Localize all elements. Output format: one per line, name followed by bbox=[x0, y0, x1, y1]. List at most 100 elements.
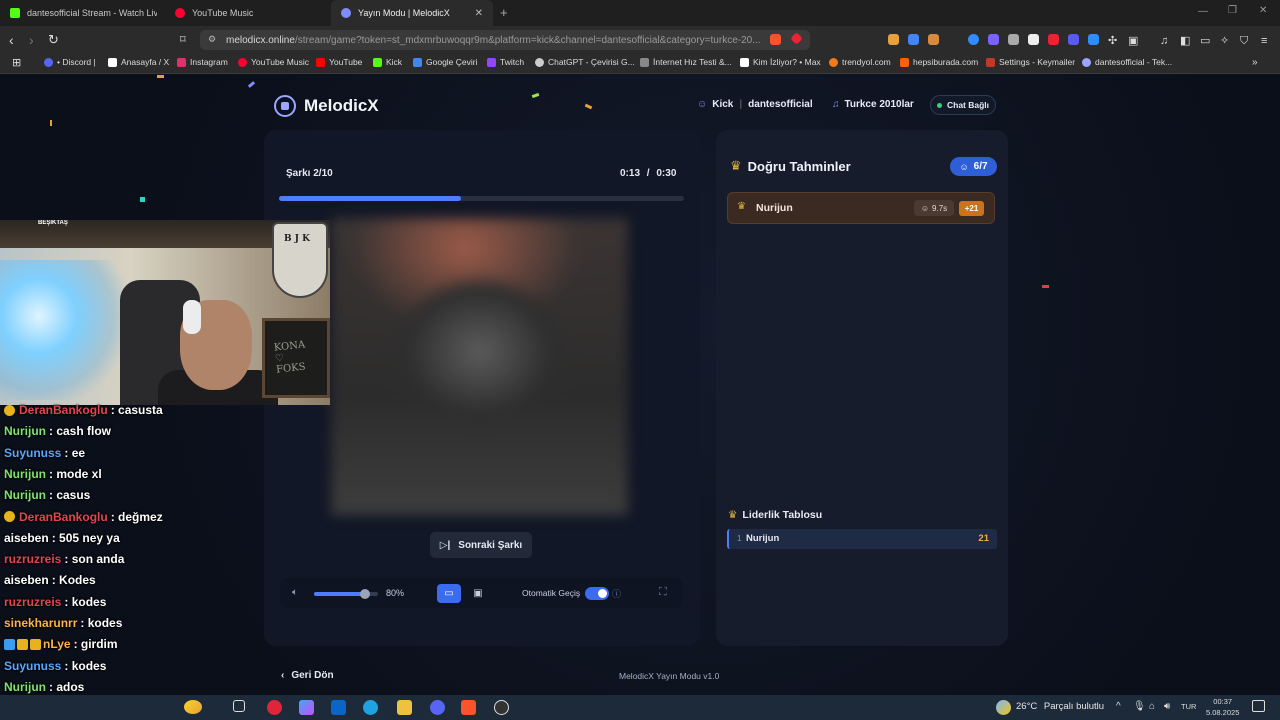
bookmark-trendyol[interactable]: trendyol.com bbox=[829, 57, 891, 67]
volume-icon[interactable]: 🔈︎ bbox=[292, 587, 298, 598]
file-explorer-icon[interactable] bbox=[397, 700, 412, 715]
chat-text: : kodes bbox=[64, 594, 107, 609]
leo-ai-icon[interactable]: ✧ bbox=[1220, 33, 1229, 49]
music-note-icon[interactable]: ♫ bbox=[1160, 33, 1168, 49]
forward-arrow-icon[interactable]: › bbox=[29, 32, 34, 48]
menu-icon[interactable]: ≡ bbox=[1261, 33, 1267, 49]
chat-status-badge: Chat Bağlı bbox=[930, 95, 996, 115]
vpn-icon[interactable]: ⛉ bbox=[1240, 33, 1248, 49]
speaker-icon[interactable]: 🔊︎ bbox=[1164, 701, 1170, 712]
logo-text: MelodicX bbox=[304, 96, 379, 115]
bookmark-chatgpt[interactable]: ChatGPT - Çevirisi G... bbox=[535, 57, 635, 67]
chat-username[interactable]: sinekharunrr bbox=[4, 616, 77, 630]
chat-badge-icon bbox=[4, 638, 15, 650]
task-view-icon[interactable] bbox=[233, 700, 245, 712]
bookmark-discord[interactable]: • Discord | bbox=[44, 57, 96, 67]
extension-icon[interactable] bbox=[1088, 34, 1099, 45]
chat-username[interactable]: Nurijun bbox=[4, 424, 46, 438]
chat-username[interactable]: ruzruzreis bbox=[4, 595, 61, 609]
tab-kick-stream[interactable]: dantesofficial Stream - Watch Live on bbox=[0, 0, 165, 26]
melodicx-logo[interactable]: MelodicX bbox=[274, 95, 379, 117]
platform-name: Kick bbox=[712, 99, 734, 110]
chat-username[interactable]: Suyunuss bbox=[4, 446, 61, 460]
chat-username[interactable]: Nurijun bbox=[4, 488, 46, 502]
chat-username[interactable]: aiseben bbox=[4, 531, 49, 545]
extension-icon[interactable] bbox=[888, 34, 899, 45]
site-info-icon[interactable]: ⚙ bbox=[208, 34, 216, 45]
back-button[interactable]: ‹ Geri Dön bbox=[281, 670, 334, 681]
apps-grid-icon[interactable]: ⊞ bbox=[12, 56, 21, 69]
edge-icon[interactable] bbox=[363, 700, 378, 715]
clock[interactable]: 00:37 5.08.2025 bbox=[1206, 696, 1239, 718]
network-icon[interactable]: ⌂ bbox=[1149, 701, 1155, 712]
bookmark-youtube[interactable]: YouTube bbox=[316, 57, 362, 67]
translate-icon[interactable] bbox=[908, 34, 919, 45]
cover-mode-button[interactable]: ▣ bbox=[469, 584, 487, 603]
outlook-icon[interactable] bbox=[331, 700, 346, 715]
discord-taskbar-icon[interactable] bbox=[430, 700, 445, 715]
chat-text: : casus bbox=[49, 488, 91, 503]
chat-username[interactable]: Nurijun bbox=[4, 680, 46, 694]
back-label: Geri Dön bbox=[291, 670, 334, 681]
chat-username[interactable]: aiseben bbox=[4, 573, 49, 587]
leaderboard-score: 21 bbox=[978, 533, 989, 544]
brave-icon[interactable] bbox=[461, 700, 476, 715]
chat-username[interactable]: DeranBankoglu bbox=[19, 403, 108, 417]
address-bar[interactable]: ⚙ melodicx.online/stream/game?token=st_m… bbox=[200, 30, 810, 50]
restore-icon[interactable]: ❐ bbox=[1228, 5, 1237, 16]
screenshot-icon[interactable]: ▣ bbox=[1128, 33, 1138, 49]
bookmark-google-translate[interactable]: Google Çeviri bbox=[413, 57, 478, 67]
weather-widget[interactable]: 26°C Parçalı bulutlu bbox=[1016, 701, 1104, 712]
extension-icon[interactable] bbox=[968, 34, 979, 45]
extension-icon[interactable] bbox=[1068, 34, 1079, 45]
new-tab-button[interactable]: + bbox=[500, 5, 508, 20]
extensions-puzzle-icon[interactable]: ✣ bbox=[1108, 33, 1117, 49]
opera-icon[interactable] bbox=[267, 700, 282, 715]
trendyol-icon bbox=[829, 57, 838, 67]
wallet-icon[interactable]: ▭ bbox=[1200, 33, 1210, 49]
chevron-up-icon[interactable]: ^ bbox=[1116, 701, 1121, 712]
extension-icon[interactable] bbox=[928, 34, 939, 45]
bookmark-kick[interactable]: Kick bbox=[373, 57, 402, 67]
notification-icon[interactable] bbox=[1252, 700, 1265, 712]
extension-icon[interactable] bbox=[1048, 34, 1059, 45]
auto-advance-toggle[interactable] bbox=[585, 587, 609, 600]
extension-icon[interactable] bbox=[1028, 34, 1039, 45]
bookmark-speedtest[interactable]: İnternet Hız Testi &... bbox=[640, 57, 732, 67]
bookmark-youtube-music[interactable]: YouTube Music bbox=[238, 57, 309, 67]
bookmark-twitch[interactable]: Twitch bbox=[487, 57, 524, 67]
next-song-button[interactable]: ▷| Sonraki Şarkı bbox=[430, 532, 532, 558]
copilot-icon[interactable] bbox=[184, 700, 202, 714]
close-tab-icon[interactable]: ✕ bbox=[475, 8, 483, 19]
tab-melodicx[interactable]: Yayın Modu | MelodicX ✕ bbox=[331, 0, 493, 26]
sidebar-icon[interactable]: ◧ bbox=[1180, 33, 1190, 49]
chat-username[interactable]: Nurijun bbox=[4, 467, 46, 481]
bookmark-hepsiburada[interactable]: hepsiburada.com bbox=[900, 57, 978, 67]
info-icon[interactable]: ⓘ bbox=[612, 587, 621, 600]
bookmark-keymailer[interactable]: Settings - Keymailer bbox=[986, 57, 1075, 67]
bookmark-icon[interactable]: ⌑ bbox=[180, 32, 186, 48]
chat-username[interactable]: DeranBankoglu bbox=[19, 510, 108, 524]
reload-icon[interactable]: ↻ bbox=[48, 32, 59, 48]
extension-icon[interactable] bbox=[988, 34, 999, 45]
bookmark-instagram[interactable]: Instagram bbox=[177, 57, 228, 67]
more-bookmarks-icon[interactable]: » bbox=[1252, 57, 1258, 68]
chat-username[interactable]: ruzruzreis bbox=[4, 552, 61, 566]
close-window-icon[interactable]: ✕ bbox=[1259, 5, 1267, 16]
minimize-icon[interactable]: — bbox=[1198, 6, 1208, 17]
brave-shield-icon[interactable] bbox=[770, 34, 781, 45]
bookmark-max[interactable]: Kim İzliyor? • Max bbox=[740, 57, 821, 67]
chat-username[interactable]: Suyunuss bbox=[4, 659, 61, 673]
microphone-icon[interactable]: 🎙︎ bbox=[1133, 701, 1146, 712]
extension-icon[interactable] bbox=[1008, 34, 1019, 45]
chat-username[interactable]: nLye bbox=[43, 637, 71, 651]
monitor-mode-button[interactable]: ▭ bbox=[437, 584, 461, 603]
back-arrow-icon[interactable]: ‹ bbox=[9, 32, 14, 48]
copilot-app-icon[interactable] bbox=[299, 700, 314, 715]
fullscreen-icon[interactable]: ⛶ bbox=[659, 586, 667, 599]
tab-youtube-music[interactable]: YouTube Music bbox=[165, 0, 331, 26]
language-indicator[interactable]: TUR bbox=[1181, 702, 1196, 711]
obs-icon[interactable] bbox=[494, 700, 509, 715]
bookmark-x[interactable]: Anasayfa / X bbox=[108, 57, 169, 67]
bookmark-dantesofficial[interactable]: dantesofficial - Tek... bbox=[1082, 57, 1172, 67]
